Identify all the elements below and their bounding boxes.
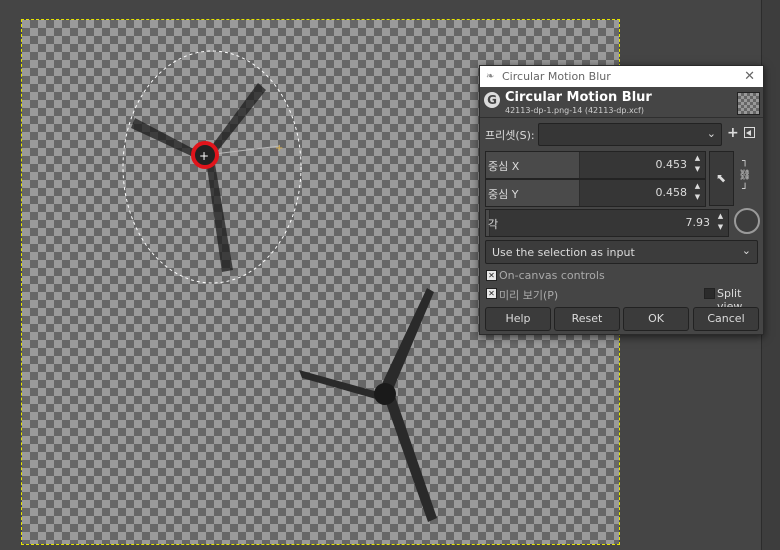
dialog-subtitle: 42113-dp-1.png-14 (42113-dp.xcf) (505, 106, 644, 115)
center-x-spinner[interactable]: 중심 X 0.453 ▲ ▼ (485, 151, 706, 179)
gimp-icon: G (484, 92, 500, 108)
ok-button[interactable]: OK (623, 307, 689, 331)
center-y-value[interactable]: 0.458 (656, 186, 688, 199)
center-x-value[interactable]: 0.453 (656, 158, 688, 171)
presets-combo[interactable]: ⌄ (538, 123, 722, 146)
dialog-header: G Circular Motion Blur 42113-dp-1.png-14… (480, 87, 763, 117)
on-canvas-controls-checkbox[interactable]: ✕ (486, 270, 497, 281)
center-y-spinner[interactable]: 중심 Y 0.458 ▲ ▼ (485, 179, 706, 207)
angle-stepper[interactable]: ▲ ▼ (716, 211, 725, 233)
on-canvas-controls-label: On-canvas controls (499, 269, 605, 282)
chevron-down-icon: ⌄ (706, 127, 716, 140)
circular-motion-blur-dialog: ❧ Circular Motion Blur ✕ G Circular Moti… (479, 65, 764, 335)
angle-label: 각 (488, 218, 499, 231)
presets-label: 프리셋(S): (485, 129, 535, 142)
angle-value[interactable]: 7.93 (686, 216, 711, 229)
chevron-down-icon: ⌄ (741, 244, 751, 257)
pointer-icon: ⬉ (716, 171, 727, 185)
center-y-label: 중심 Y (488, 188, 519, 201)
presets-row: 프리셋(S): ⌄ + (480, 123, 763, 146)
cancel-button[interactable]: Cancel (693, 307, 759, 331)
preview-label: 미리 보기(P) (499, 289, 559, 302)
input-mode-value: Use the selection as input (492, 246, 635, 259)
filter-icon: ❧ (486, 70, 495, 82)
blurred-propeller (131, 83, 266, 272)
reset-button[interactable]: Reset (554, 307, 620, 331)
preview-checkbox[interactable]: ✕ (486, 288, 497, 299)
pick-coordinates-button[interactable]: ⬉ (709, 151, 734, 206)
split-view-checkbox[interactable] (704, 288, 715, 299)
angle-spinner[interactable]: 각 7.93 ▲ ▼ (485, 209, 729, 237)
center-x-stepper[interactable]: ▲ ▼ (693, 153, 702, 175)
angle-dial[interactable] (734, 208, 760, 234)
center-x-label: 중심 X (488, 160, 520, 173)
preset-menu-icon[interactable] (744, 127, 755, 138)
input-mode-select[interactable]: Use the selection as input ⌄ (485, 240, 758, 264)
divider (480, 117, 763, 118)
dialog-titlebar: ❧ Circular Motion Blur ✕ (480, 66, 763, 87)
add-preset-icon[interactable]: + (727, 125, 739, 141)
angle-handle: + (275, 143, 283, 154)
center-crosshair: + (199, 149, 209, 163)
chain-link-icon[interactable]: ┐ ⛓ ┘ (738, 155, 752, 201)
center-y-stepper[interactable]: ▲ ▼ (693, 181, 702, 203)
close-icon[interactable]: ✕ (744, 69, 755, 84)
window-title: Circular Motion Blur (502, 70, 611, 83)
sharp-propeller (299, 288, 437, 522)
dialog-title: Circular Motion Blur (505, 90, 652, 105)
help-button[interactable]: Help (485, 307, 551, 331)
image-thumbnail (737, 92, 760, 115)
